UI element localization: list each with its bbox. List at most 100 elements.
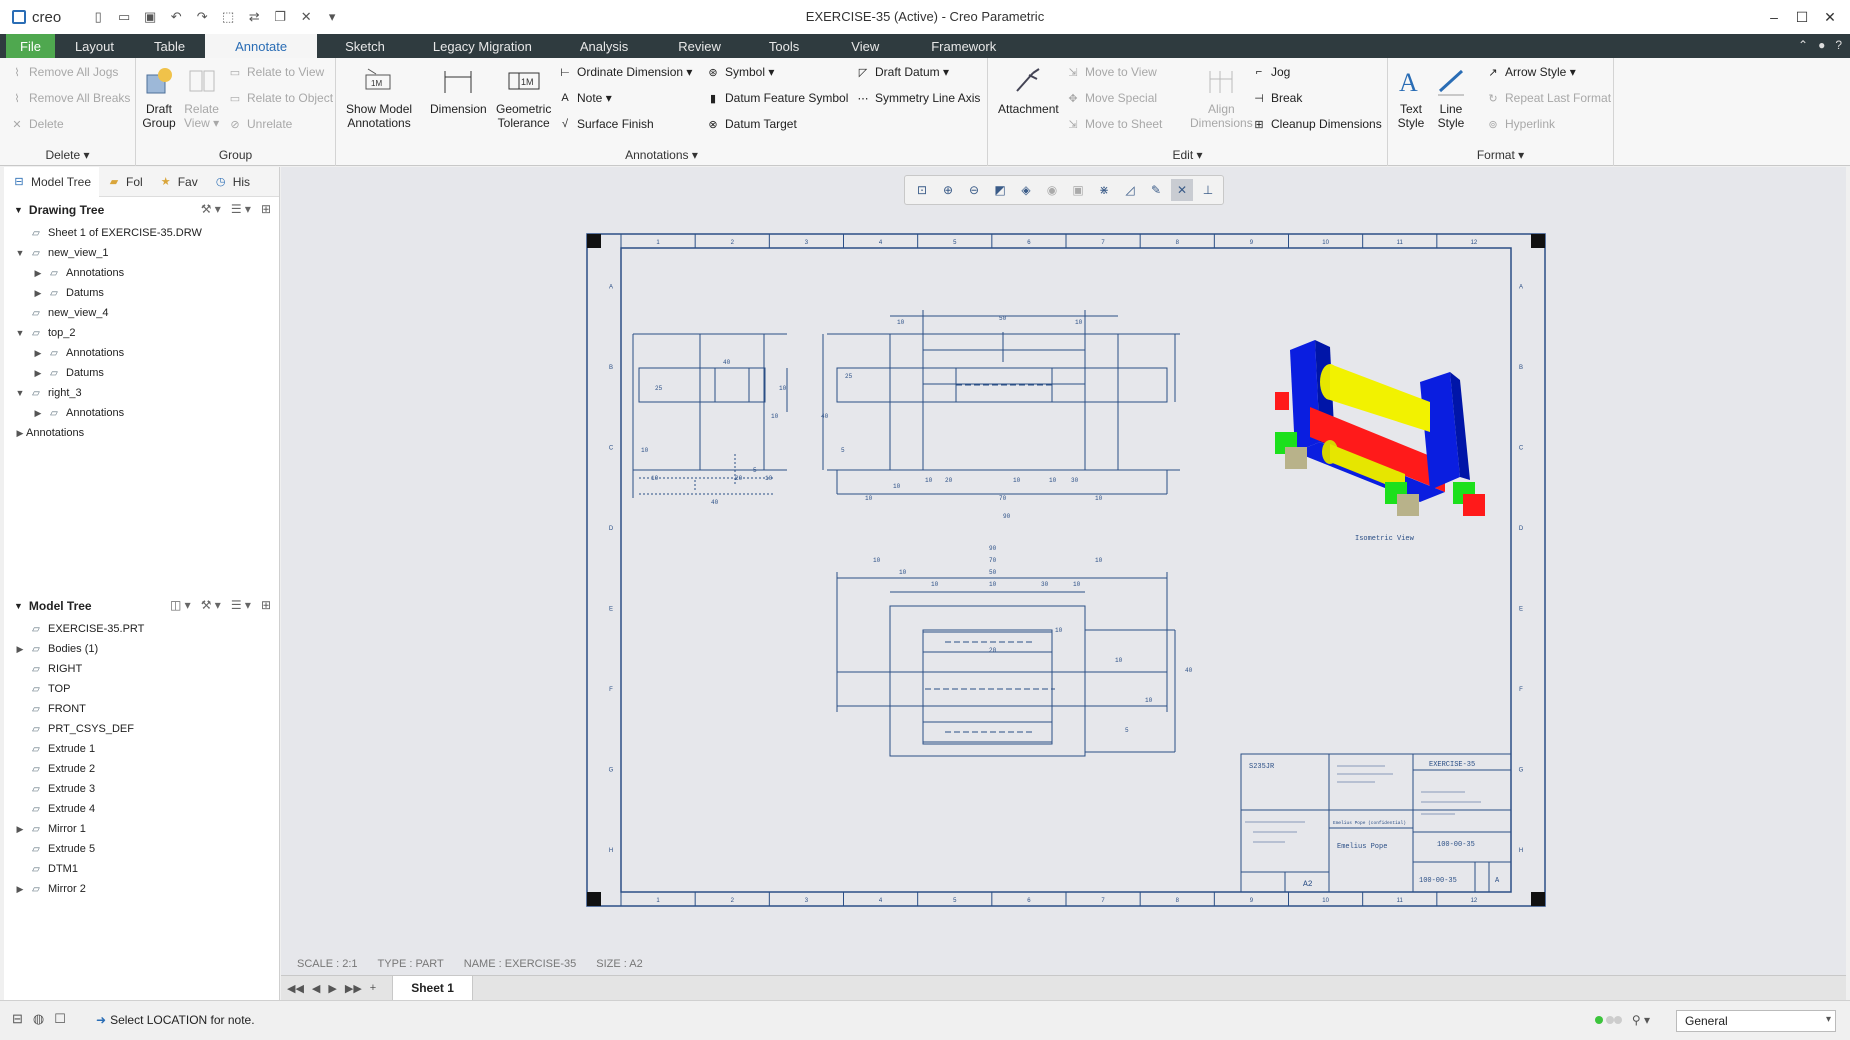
dimension-value[interactable]: 10 (899, 569, 907, 576)
close-window-icon[interactable]: ✕ (295, 7, 317, 27)
model-tree-item[interactable]: ▶ ▱ Mirror 1 (4, 819, 279, 839)
drawing-tree-item[interactable]: ▼ ▱ top_2 (4, 323, 279, 343)
attachment-button[interactable]: Attachment (998, 64, 1059, 116)
tab-layout[interactable]: Layout (55, 34, 134, 58)
delete-button[interactable]: ✕ Delete (10, 114, 63, 134)
dimension-value[interactable]: 10 (873, 557, 881, 564)
expand-toggle-icon[interactable]: ▶ (32, 288, 44, 299)
dimension-value[interactable]: 30 (1041, 581, 1049, 588)
geometric-tolerance-button[interactable]: 1M Geometric Tolerance (496, 64, 551, 130)
datum-target-button[interactable]: ⊗ Datum Target (706, 114, 796, 134)
dimension-value[interactable]: 20 (735, 475, 743, 482)
tree-settings-icon[interactable]: ⚒ ▾ (201, 202, 221, 216)
model-tree-item[interactable]: ▱ EXERCISE-35.PRT (4, 619, 279, 639)
shaded-icon[interactable]: ◉ (1041, 179, 1063, 201)
tab-file[interactable]: File (6, 34, 55, 58)
tab-view[interactable]: View (825, 34, 905, 58)
remove-all-breaks-button[interactable]: ⌇ Remove All Breaks (10, 88, 130, 108)
tab-history[interactable]: ◷ His (206, 167, 258, 197)
toggle-navigator-icon[interactable]: ⊟ (12, 1011, 23, 1027)
csys-display-icon[interactable]: ⊥ (1197, 179, 1219, 201)
annotations-group-label[interactable]: Annotations ▾ (336, 148, 987, 162)
expand-toggle-icon[interactable]: ▼ (14, 388, 26, 398)
drawing-tree-item[interactable]: ▶ Annotations (4, 423, 279, 443)
model-tree-item[interactable]: ▱ PRT_CSYS_DEF (4, 719, 279, 739)
tab-annotate[interactable]: Annotate (205, 34, 318, 58)
regen-status-icon[interactable] (1594, 1013, 1622, 1027)
move-special-button[interactable]: ✥ Move Special (1066, 88, 1157, 108)
add-sheet-icon[interactable]: + (370, 982, 376, 995)
model-tree-item[interactable]: ▱ FRONT (4, 699, 279, 719)
dimension-value[interactable]: 40 (821, 413, 829, 420)
prev-sheet-icon[interactable]: ◀ (312, 982, 320, 995)
dimension-value[interactable]: 70 (989, 557, 997, 564)
dimension-value[interactable]: 70 (999, 495, 1007, 502)
dimension-value[interactable]: 10 (765, 475, 773, 482)
select-box-icon[interactable]: ⬚ (217, 7, 239, 27)
expand-toggle-icon[interactable]: ▶ (14, 884, 26, 895)
cleanup-dimensions-button[interactable]: ⊞ Cleanup Dimensions (1252, 114, 1381, 134)
dimension-button[interactable]: Dimension (430, 64, 487, 116)
tab-table[interactable]: Table (134, 34, 205, 58)
drawing-tree-item[interactable]: ▶ ▱ Datums (4, 283, 279, 303)
dimension-value[interactable]: 40 (711, 499, 719, 506)
drawing-tree-item[interactable]: ▶ ▱ Annotations (4, 403, 279, 423)
display-style-icon[interactable]: ◈ (1015, 179, 1037, 201)
model-tree-item[interactable]: ▱ Extrude 5 (4, 839, 279, 859)
model-tree-columns-icon[interactable]: ⊞ (261, 598, 271, 612)
align-dimensions-button[interactable]: Align Dimensions (1190, 64, 1253, 130)
delete-group-label[interactable]: Delete ▾ (0, 148, 135, 162)
open-file-icon[interactable]: ▭ (113, 7, 135, 27)
tab-sketch[interactable]: Sketch (317, 34, 413, 58)
dimension-value[interactable]: 25 (845, 373, 853, 380)
zoom-out-icon[interactable]: ⊖ (963, 179, 985, 201)
dimension-value[interactable]: 10 (893, 483, 901, 490)
tab-review[interactable]: Review (656, 34, 743, 58)
tab-framework[interactable]: Framework (905, 34, 1022, 58)
symmetry-line-axis-button[interactable]: ⋯ Symmetry Line Axis (856, 88, 981, 108)
remove-all-jogs-button[interactable]: ⌇ Remove All Jogs (10, 62, 118, 82)
toggle-browser-icon[interactable]: ◍ (33, 1011, 44, 1027)
point-display-icon[interactable]: ✕ (1171, 179, 1193, 201)
model-tree-header[interactable]: ▼ Model Tree ◫ ▾ ⚒ ▾ ☰ ▾ ⊞ (4, 593, 279, 619)
next-sheet-icon[interactable]: ▶ (328, 982, 336, 995)
dimension-value[interactable]: 10 (1115, 657, 1123, 664)
dimension-value[interactable]: 40 (1185, 667, 1193, 674)
drawing-tree-item[interactable]: ▶ ▱ Annotations (4, 343, 279, 363)
tab-tools[interactable]: Tools (743, 34, 825, 58)
dimension-value[interactable]: 10 (1055, 627, 1063, 634)
jog-button[interactable]: ⌐ Jog (1252, 62, 1291, 82)
drawing-tree-item[interactable]: ▶ ▱ Datums (4, 363, 279, 383)
expand-toggle-icon[interactable]: ▼ (14, 328, 26, 338)
dimension-value[interactable]: 30 (1071, 477, 1079, 484)
arrow-style-button[interactable]: ↗ Arrow Style ▾ (1486, 62, 1575, 82)
model-tree-item[interactable]: ▱ Extrude 1 (4, 739, 279, 759)
model-tree-show-icon[interactable]: ◫ ▾ (170, 598, 191, 612)
tab-analysis[interactable]: Analysis (552, 34, 656, 58)
dimension-value[interactable]: 10 (771, 413, 779, 420)
draft-datum-button[interactable]: ◸ Draft Datum ▾ (856, 62, 949, 82)
sketch-display-icon[interactable]: ✎ (1145, 179, 1167, 201)
dimension-value[interactable]: 10 (1013, 477, 1021, 484)
dimension-value[interactable]: 10 (897, 319, 905, 326)
dimension-value[interactable]: 25 (655, 385, 663, 392)
expand-toggle-icon[interactable]: ▶ (32, 368, 44, 379)
expand-toggle-icon[interactable]: ▶ (32, 408, 44, 419)
repeat-last-format-button[interactable]: ↻ Repeat Last Format (1486, 88, 1611, 108)
model-tree-item[interactable]: ▶ ▱ Bodies (1) (4, 639, 279, 659)
surface-finish-button[interactable]: √ Surface Finish (558, 114, 654, 134)
draft-group-button[interactable]: Draft Group (142, 64, 176, 130)
tab-legacy-migration[interactable]: Legacy Migration (413, 34, 552, 58)
dimension-value[interactable]: 10 (651, 475, 659, 482)
expand-toggle-icon[interactable]: ▼ (14, 248, 26, 258)
expand-toggle-icon[interactable]: ▶ (14, 644, 26, 655)
user-icon[interactable]: ● (1818, 38, 1825, 52)
help-icon[interactable]: ? (1835, 38, 1842, 52)
find-icon[interactable]: ⚲ ▾ (1632, 1013, 1650, 1027)
model-tree-item[interactable]: ▱ DTM1 (4, 859, 279, 879)
dimension-value[interactable]: 5 (1125, 727, 1129, 734)
model-tree-item[interactable]: ▱ Extrude 2 (4, 759, 279, 779)
redo-icon[interactable]: ↷ (191, 7, 213, 27)
dimension-value[interactable]: 10 (1049, 477, 1057, 484)
regenerate-icon[interactable]: ⇄ (243, 7, 265, 27)
